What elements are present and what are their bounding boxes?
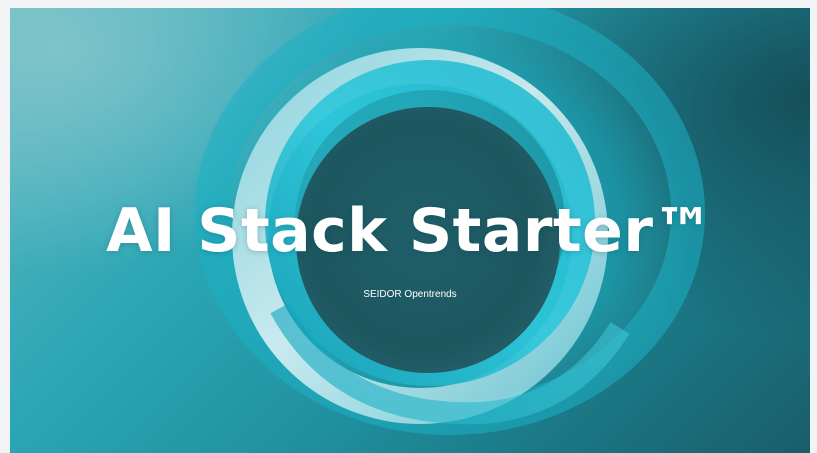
slide-subtitle: SEIDOR Opentrends: [363, 289, 457, 300]
presentation-viewport: AI Stack Starter™ SEIDOR Opentrends: [0, 0, 817, 453]
title-slide: AI Stack Starter™ SEIDOR Opentrends: [10, 8, 810, 453]
slide-title: AI Stack Starter™: [106, 196, 714, 266]
